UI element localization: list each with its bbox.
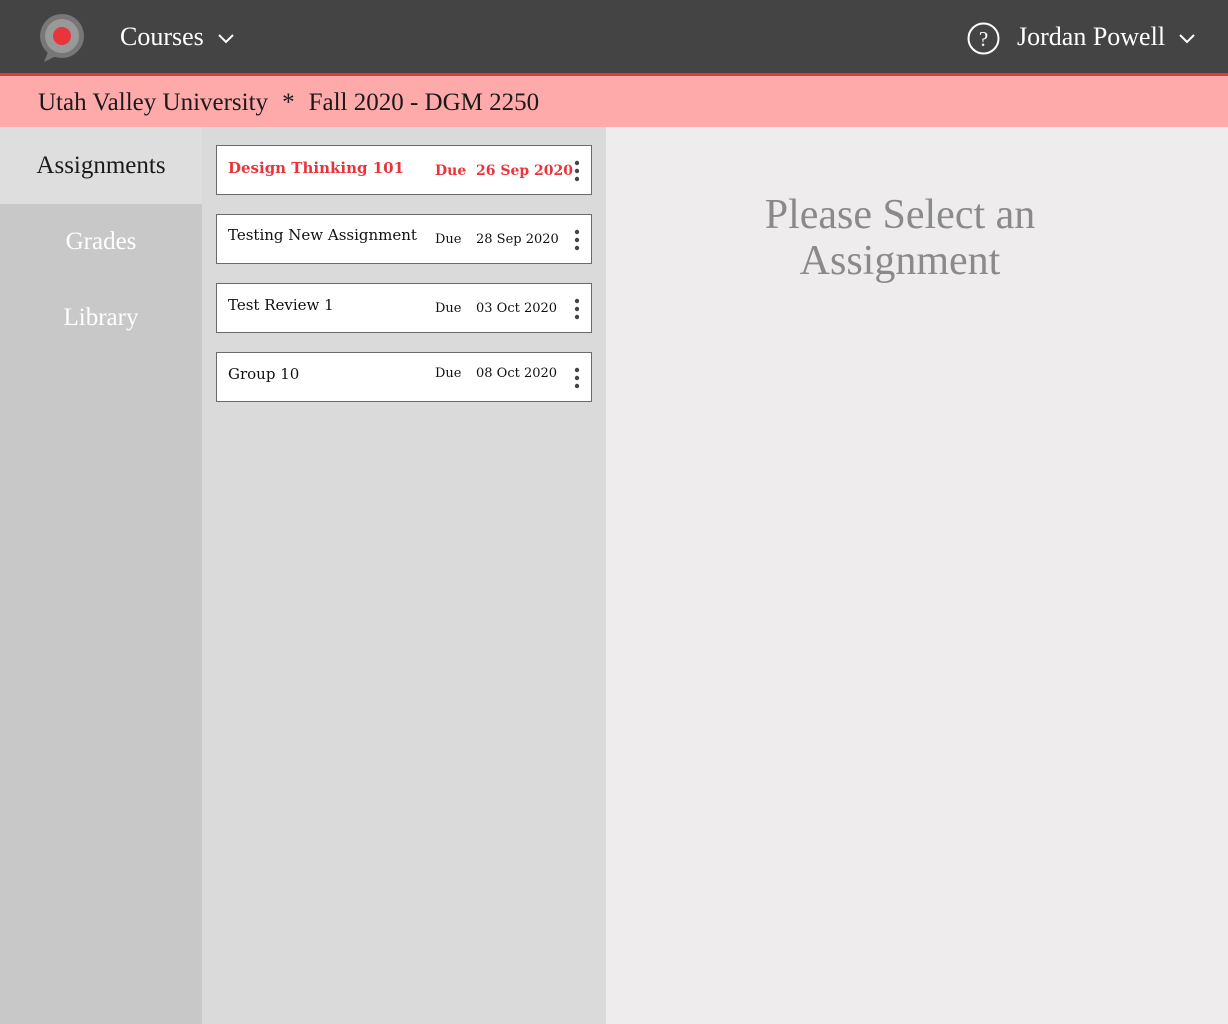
- due-label: Due: [435, 366, 462, 381]
- due-date: 08 Oct 2020: [476, 366, 558, 381]
- more-options-icon[interactable]: [573, 160, 581, 182]
- more-options-icon[interactable]: [573, 229, 581, 251]
- courses-dropdown[interactable]: Courses: [120, 22, 234, 52]
- courses-label: Courses: [120, 22, 204, 51]
- sidebar-item-grades[interactable]: Grades: [0, 204, 202, 280]
- user-name: Jordan Powell: [1017, 22, 1166, 51]
- breadcrumb: Utah Valley University * Fall 2020 - DGM 2…: [38, 89, 539, 117]
- assignment-title: Testing New Assignment: [228, 226, 417, 244]
- due-label: Due: [435, 301, 462, 316]
- svg-text:?: ?: [979, 27, 988, 51]
- chevron-down-icon: [1179, 34, 1195, 44]
- sidebar-item-assignments[interactable]: Assignments: [0, 127, 202, 204]
- breadcrumb-bar: Utah Valley University * Fall 2020 - DGM 2…: [0, 76, 1228, 127]
- empty-state-line: Please Select an: [764, 192, 1036, 238]
- due-date: 28 Sep 2020: [476, 232, 559, 247]
- breadcrumb-separator: *: [282, 89, 295, 116]
- assignment-list: Design Thinking 101 Due 26 Sep 2020 Test…: [202, 127, 606, 1024]
- due-date: 03 Oct 2020: [476, 301, 558, 316]
- assignment-card[interactable]: Design Thinking 101 Due 26 Sep 2020: [216, 145, 592, 195]
- due-label: Due: [435, 232, 462, 247]
- assignment-card[interactable]: Group 10 Due 08 Oct 2020: [216, 352, 592, 402]
- breadcrumb-course[interactable]: Fall 2020 - DGM 2250: [309, 89, 540, 116]
- main-content: Please Select an Assignment: [606, 127, 1228, 1024]
- question-circle-icon[interactable]: ?: [967, 22, 1000, 55]
- chevron-down-icon: [218, 34, 234, 44]
- assignment-title: Group 10: [228, 365, 300, 383]
- sidebar: Assignments Grades Library: [0, 127, 202, 1024]
- due-label: Due: [435, 163, 467, 179]
- sidebar-item-library[interactable]: Library: [0, 280, 202, 356]
- assignment-title: Test Review 1: [228, 296, 334, 314]
- chat-bubble-logo-icon[interactable]: [38, 12, 86, 64]
- assignment-card[interactable]: Testing New Assignment Due 28 Sep 2020: [216, 214, 592, 264]
- empty-state-message: Please Select an Assignment: [606, 192, 1194, 284]
- more-options-icon[interactable]: [573, 298, 581, 320]
- assignment-card[interactable]: Test Review 1 Due 03 Oct 2020: [216, 283, 592, 333]
- more-options-icon[interactable]: [573, 367, 581, 389]
- breadcrumb-institution[interactable]: Utah Valley University: [38, 89, 268, 116]
- empty-state-line: Assignment: [799, 238, 1001, 284]
- top-bar: Courses ? Jordan Powell: [0, 0, 1228, 76]
- assignment-title: Design Thinking 101: [228, 159, 405, 177]
- user-menu[interactable]: Jordan Powell: [1017, 22, 1195, 52]
- due-date: 26 Sep 2020: [476, 163, 574, 179]
